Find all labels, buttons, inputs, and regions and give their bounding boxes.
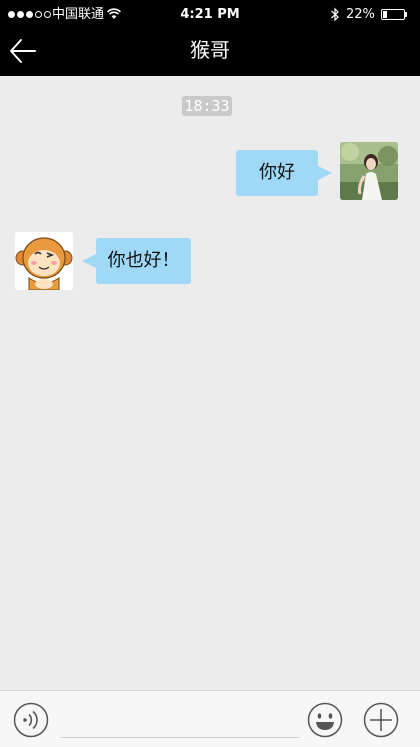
bluetooth-icon [331, 7, 339, 22]
battery-tip [405, 12, 407, 17]
girl-photo-avatar [340, 142, 398, 200]
voice-button[interactable] [13, 702, 49, 738]
message-timestamp: 18:33 [182, 96, 232, 116]
emoji-button[interactable] [307, 702, 343, 738]
battery-percent: 22% [346, 7, 375, 22]
battery-icon [381, 9, 405, 20]
chat-screen: 中国联通 4:21 PM 22% 猴哥 18:33 你好 你也好！ [0, 0, 420, 747]
outgoing-message-bubble[interactable]: 你好 [236, 150, 332, 196]
voice-icon [13, 702, 49, 738]
emoji-icon [307, 702, 343, 738]
page-title: 猴哥 [190, 38, 230, 62]
contact-avatar[interactable] [15, 232, 73, 290]
input-bar [0, 690, 420, 747]
message-input[interactable] [60, 737, 300, 738]
incoming-message-bubble[interactable]: 你也好！ [82, 238, 191, 284]
plus-button[interactable] [363, 702, 399, 738]
status-bar: 中国联通 4:21 PM 22% [0, 0, 420, 30]
my-avatar[interactable] [340, 142, 398, 200]
header: 中国联通 4:21 PM 22% 猴哥 [0, 0, 420, 76]
plus-icon [363, 702, 399, 738]
monkey-cartoon-avatar [15, 232, 73, 290]
